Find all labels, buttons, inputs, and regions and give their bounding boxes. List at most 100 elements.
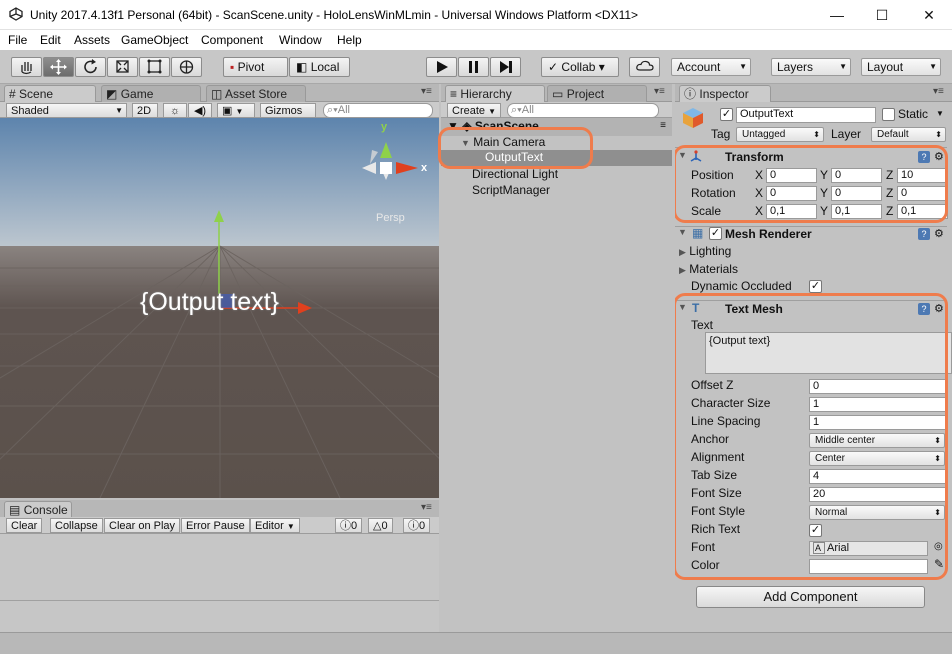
chevron-down-icon: ▼	[739, 62, 747, 71]
persp-label[interactable]: Persp	[376, 212, 405, 224]
layers-dropdown[interactable]: Layers ▼	[771, 58, 851, 76]
editor-dropdown[interactable]: Editor ▼	[250, 518, 300, 533]
menu-window[interactable]: Window	[279, 33, 322, 47]
audio-toggle[interactable]: ◀)	[188, 103, 212, 118]
minimize-button[interactable]: —	[814, 0, 860, 30]
scene-viewport[interactable]: y x Persp {Output text}	[0, 118, 439, 498]
layout-dropdown[interactable]: Layout ▼	[861, 58, 941, 76]
materials-foldout[interactable]: ▶ Materials	[679, 262, 738, 276]
static-label: Static	[898, 107, 929, 121]
layer-dropdown[interactable]: Default ⬍	[871, 127, 946, 142]
rotate-tool-button[interactable]	[75, 57, 106, 77]
maximize-button[interactable]: ☐	[859, 0, 905, 30]
layer-value: Default	[877, 129, 909, 140]
list-item[interactable]: ScriptManager	[472, 183, 550, 197]
log-count-toggle[interactable]: ⓘ0	[335, 518, 363, 533]
lighting-toggle[interactable]: ☼	[163, 103, 187, 118]
hierarchy-search-input[interactable]: ⌕▾All	[507, 103, 659, 118]
editor-label: Editor	[255, 520, 284, 532]
layers-label: Layers	[777, 60, 814, 74]
transform-tool-button[interactable]	[171, 57, 202, 77]
console-toolbar: Clear Collapse Clear on Play Error Pause…	[0, 517, 439, 534]
callout-highlight	[675, 145, 948, 223]
chevron-down-icon[interactable]: ▼	[936, 109, 944, 118]
callout-highlight	[675, 293, 948, 580]
tab-project-label: Project	[566, 87, 605, 101]
object-name-input[interactable]: OutputText	[736, 107, 876, 123]
static-checkbox[interactable]	[882, 108, 895, 121]
tab-game[interactable]: ◩ Game	[101, 85, 201, 102]
console-log-area[interactable]	[0, 534, 439, 632]
clear-on-play-button[interactable]: Clear on Play	[104, 518, 181, 533]
tab-hierarchy[interactable]: ≡ Hierarchy	[445, 85, 545, 102]
panel-menu-icon[interactable]: ▾≡	[421, 502, 432, 513]
mesh-renderer-enabled-checkbox[interactable]: ✓	[709, 227, 722, 240]
list-item[interactable]: Directional Light	[472, 167, 558, 181]
panel-menu-icon[interactable]: ▾≡	[654, 86, 665, 97]
expand-arrow-icon: ▶	[679, 265, 686, 275]
menu-component[interactable]: Component	[201, 33, 263, 47]
warning-count-toggle[interactable]: △0	[368, 518, 393, 533]
scale-tool-button[interactable]	[107, 57, 138, 77]
error-pause-button[interactable]: Error Pause	[181, 518, 250, 533]
layer-label: Layer	[831, 127, 862, 141]
mesh-renderer-header[interactable]: ▼ ▦ ✓ Mesh Renderer ? ⚙	[675, 226, 952, 242]
chevron-down-icon: ▼	[839, 62, 847, 71]
cloud-button[interactable]	[629, 57, 660, 77]
shading-mode-dropdown[interactable]: Shaded ▼	[6, 103, 127, 118]
panel-menu-icon[interactable]: ▾≡	[933, 86, 944, 97]
tab-asset-store[interactable]: ◫ Asset Store	[206, 85, 306, 102]
output-text-3d[interactable]: {Output text}	[140, 288, 279, 317]
rect-icon	[147, 59, 162, 74]
menu-gameobject[interactable]: GameObject	[121, 33, 188, 47]
collab-dropdown[interactable]: ✓ Collab ▾	[541, 57, 619, 77]
collapse-button[interactable]: Collapse	[50, 518, 103, 533]
game-tab-icon: ◩	[106, 87, 118, 101]
tab-scene[interactable]: # Scene	[4, 85, 96, 102]
tab-project[interactable]: ▭ Project	[547, 85, 647, 102]
tag-dropdown[interactable]: Untagged ⬍	[736, 127, 824, 142]
lighting-foldout[interactable]: ▶ Lighting	[679, 244, 731, 258]
account-dropdown[interactable]: Account ▼	[671, 58, 751, 76]
2d-toggle[interactable]: 2D	[132, 103, 158, 118]
scene-menu-icon[interactable]: ≡	[660, 118, 666, 134]
create-dropdown[interactable]: Create ▼	[447, 103, 501, 118]
local-toggle[interactable]: ◧ Local	[289, 57, 350, 77]
step-icon	[500, 61, 512, 73]
play-icon	[437, 61, 448, 73]
hierarchy-icon: ≡	[450, 87, 458, 101]
gear-icon[interactable]: ⚙	[934, 227, 944, 240]
move-tool-button[interactable]	[43, 57, 74, 77]
menu-edit[interactable]: Edit	[40, 33, 61, 47]
pivot-toggle[interactable]: ▪ Pivot	[223, 57, 288, 77]
close-button[interactable]: ✕	[906, 0, 952, 30]
layout-label: Layout	[867, 60, 904, 74]
log-count: 0	[351, 520, 358, 532]
project-icon: ▭	[552, 87, 564, 101]
tab-console[interactable]: ▤ Console	[4, 501, 72, 518]
help-icon[interactable]: ?	[918, 228, 930, 240]
rect-tool-button[interactable]	[139, 57, 170, 77]
error-count-toggle[interactable]: ⓘ0	[403, 518, 431, 533]
pause-button[interactable]	[458, 57, 489, 77]
dynamic-occluded-checkbox[interactable]: ✓	[809, 280, 822, 293]
hand-tool-button[interactable]	[11, 57, 42, 77]
play-button[interactable]	[426, 57, 457, 77]
add-component-button[interactable]: Add Component	[696, 586, 925, 608]
step-button[interactable]	[490, 57, 521, 77]
panel-menu-icon[interactable]: ▾≡	[421, 86, 432, 97]
chevron-down-icon: ▼	[929, 62, 937, 71]
menu-assets[interactable]: Assets	[74, 33, 110, 47]
menu-file[interactable]: File	[8, 33, 27, 47]
menu-help[interactable]: Help	[337, 33, 362, 47]
main-toolbar: ▪ Pivot ◧ Local ✓ Collab ▾ Account ▼ Laye…	[0, 50, 952, 84]
scene-search-input[interactable]: ⌕▾All	[323, 103, 433, 118]
tab-inspector[interactable]: ⓘ Inspector	[679, 85, 771, 102]
hierarchy-panel: ≡ Hierarchy ▭ Project ▾≡ Create ▼ ⌕▾All …	[438, 84, 672, 632]
gizmos-dropdown[interactable]: Gizmos ▼	[260, 103, 316, 130]
effects-dropdown[interactable]: ▣ ▼	[217, 103, 255, 118]
clear-button[interactable]: Clear	[6, 518, 43, 533]
console-panel: ▤ Console ▾≡ Clear Collapse Clear on Pla…	[0, 500, 439, 632]
active-checkbox[interactable]: ✓	[720, 108, 733, 121]
scale-icon	[116, 60, 129, 73]
